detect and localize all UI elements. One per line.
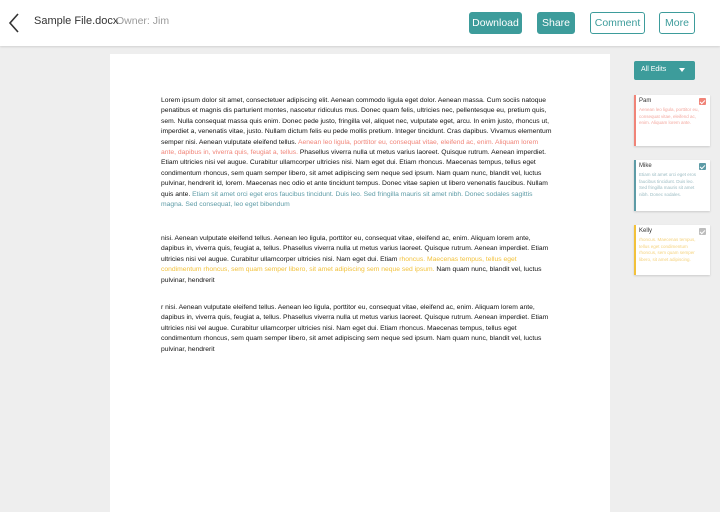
editor-name: Pam	[639, 98, 652, 104]
checkbox-icon[interactable]	[699, 228, 706, 235]
editor-name: Kelly	[639, 228, 653, 234]
comment-button[interactable]: Comment	[590, 12, 645, 34]
document-paragraph-1[interactable]: Lorem ipsum dolor sit amet, consectetuer…	[161, 96, 553, 210]
checkbox-checked-icon[interactable]	[699, 98, 706, 105]
top-bar: Sample File.docx Owner: Jim Download Sha…	[0, 0, 720, 46]
back-chevron-icon[interactable]	[6, 11, 24, 35]
more-button[interactable]: More	[659, 12, 695, 34]
checkbox-checked-icon[interactable]	[699, 163, 706, 170]
edit-preview: Etiam sit amet orci eget eros faucibus t…	[639, 172, 697, 197]
edits-filter-dropdown[interactable]: All Edits	[634, 61, 695, 80]
editor-name: Mike	[639, 163, 652, 169]
edit-card-mike[interactable]: Mike Etiam sit amet orci eget eros fauci…	[634, 160, 710, 211]
download-button[interactable]: Download	[469, 12, 522, 34]
edit-card-kelly[interactable]: Kelly rhoncus. Maecenas tempus, tellus e…	[634, 225, 710, 275]
file-name: Sample File.docx	[34, 15, 119, 27]
edit-card-pam[interactable]: Pam Aenean leo ligula, porttitor eu, con…	[634, 95, 710, 146]
edit-preview: Aenean leo ligula, porttitor eu, consequ…	[639, 107, 699, 126]
share-button[interactable]: Share	[537, 12, 575, 34]
text-segment: r nisi. Aenean vulputate eleifend tellus…	[161, 304, 549, 353]
edit-preview: rhoncus. Maecenas tempus, tellus eget co…	[639, 237, 696, 262]
tracked-edit-mike[interactable]: Etiam sit amet orci eget eros faucibus t…	[161, 191, 532, 208]
document-paragraph-2[interactable]: nisi. Aenean vulputate eleifend tellus. …	[161, 234, 553, 286]
file-owner: Owner: Jim	[116, 15, 170, 27]
document-paragraph-3[interactable]: r nisi. Aenean vulputate eleifend tellus…	[161, 303, 553, 355]
caret-down-icon	[679, 68, 685, 72]
document-page[interactable]: Lorem ipsum dolor sit amet, consectetuer…	[110, 54, 610, 512]
filter-label: All Edits	[641, 66, 667, 73]
